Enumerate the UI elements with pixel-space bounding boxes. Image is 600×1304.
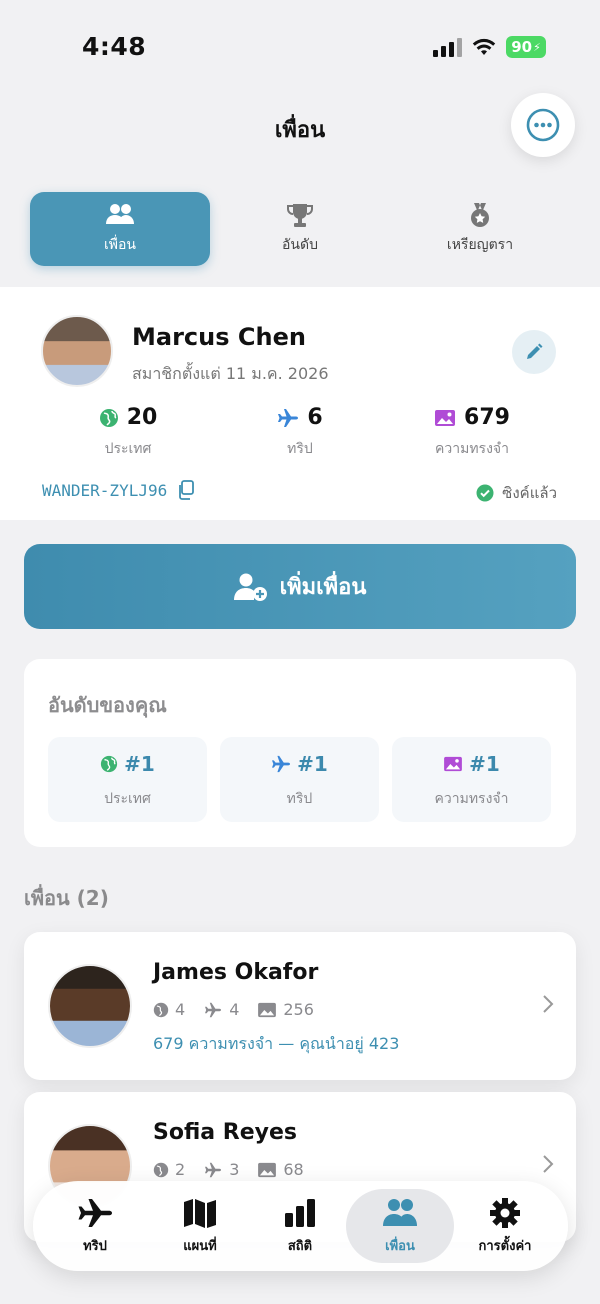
people-icon <box>106 204 134 224</box>
status-icons: 90 ⚡ <box>433 36 546 58</box>
friend-stats: 4 4 256 <box>153 1000 314 1019</box>
friend-stats: 2 3 68 <box>153 1160 304 1179</box>
edit-profile-button[interactable] <box>512 330 556 374</box>
map-icon <box>184 1198 216 1228</box>
tab-badges[interactable]: เหรียญตรา <box>390 192 570 266</box>
medal-icon <box>471 203 489 227</box>
ranking-card: อันดับของคุณ #1 ประเทศ #1 ทริป #1 ความทร… <box>24 659 576 847</box>
chevron-right-icon <box>543 995 554 1013</box>
globe-icon <box>153 1002 169 1017</box>
globe-icon <box>153 1162 169 1177</box>
globe-icon <box>99 408 118 427</box>
signal-icon <box>433 37 462 57</box>
copy-icon <box>179 480 195 500</box>
tab-ranking-label: อันดับ <box>282 237 318 253</box>
friend-name: Sofia Reyes <box>153 1120 297 1145</box>
photo-icon <box>435 409 456 426</box>
friend-code[interactable]: WANDER-ZYLJ96 <box>42 480 195 500</box>
ranking-title: อันดับของคุณ <box>48 693 167 717</box>
friends-section-label: เพื่อน (2) <box>24 886 109 910</box>
more-options-button[interactable] <box>511 93 575 157</box>
tab-friends-nav[interactable]: เพื่อน <box>346 1189 454 1263</box>
pencil-icon <box>527 343 543 359</box>
rank-memories: #1 ความทรงจำ <box>392 737 551 822</box>
tab-friends-label: เพื่อน <box>104 237 136 253</box>
battery-indicator: 90 ⚡ <box>506 36 546 58</box>
friend-name: James Okafor <box>153 960 319 985</box>
plane-icon <box>278 408 299 427</box>
add-friend-label: เพิ่มเพื่อน <box>279 575 367 600</box>
chevron-right-icon <box>543 1155 554 1173</box>
member-since: สมาชิกตั้งแต่ 11 ม.ค. 2026 <box>132 364 329 383</box>
tab-settings[interactable]: การตั้งค่า <box>451 1189 559 1263</box>
profile-card: Marcus Chen สมาชิกตั้งแต่ 11 ม.ค. 2026 2… <box>0 287 600 520</box>
photo-icon <box>258 1002 277 1017</box>
stat-trips: 6 ทริป <box>200 405 400 460</box>
tab-friends[interactable]: เพื่อน <box>30 192 210 266</box>
status-time: 4:48 <box>82 32 147 61</box>
avatar <box>41 315 113 387</box>
people-icon <box>383 1198 417 1226</box>
plane-icon <box>272 755 291 773</box>
stat-memories: 679 ความทรงจำ <box>435 405 510 457</box>
friend-comparison: 679 ความทรงจำ — คุณนำอยู่ 423 <box>153 1034 400 1053</box>
profile-name: Marcus Chen <box>132 323 306 351</box>
plane-icon <box>205 1002 222 1017</box>
tab-badges-label: เหรียญตรา <box>446 237 514 253</box>
trophy-icon <box>287 204 313 227</box>
stat-countries: 20 ประเทศ <box>28 405 228 460</box>
tab-ranking[interactable]: อันดับ <box>210 192 390 266</box>
bottom-tab-bar: ทริป แผนที่ สถิติ เพื่อน การตั้งค่า <box>33 1181 568 1271</box>
bar-chart-icon <box>285 1198 315 1227</box>
more-icon <box>526 108 560 142</box>
gear-icon <box>490 1197 520 1228</box>
globe-icon <box>101 755 118 773</box>
airplane-icon <box>78 1198 112 1227</box>
page-title: เพื่อน <box>274 118 326 143</box>
photo-icon <box>258 1162 277 1177</box>
check-circle-icon <box>476 484 494 502</box>
tab-map[interactable]: แผนที่ <box>146 1189 254 1263</box>
add-person-icon <box>233 573 267 601</box>
avatar <box>48 964 132 1048</box>
tab-trips[interactable]: ทริป <box>41 1189 149 1263</box>
tab-stats[interactable]: สถิติ <box>246 1189 354 1263</box>
sync-status: ซิงค์แล้ว <box>476 481 557 505</box>
friend-row[interactable]: James Okafor 4 4 256 679 ความทรงจำ — คุณ… <box>24 932 576 1080</box>
rank-countries: #1 ประเทศ <box>48 737 207 822</box>
plane-icon <box>205 1162 222 1177</box>
photo-icon <box>444 756 463 772</box>
wifi-icon <box>472 38 496 55</box>
rank-trips: #1 ทริป <box>220 737 379 822</box>
add-friend-button[interactable]: เพิ่มเพื่อน <box>24 544 576 629</box>
